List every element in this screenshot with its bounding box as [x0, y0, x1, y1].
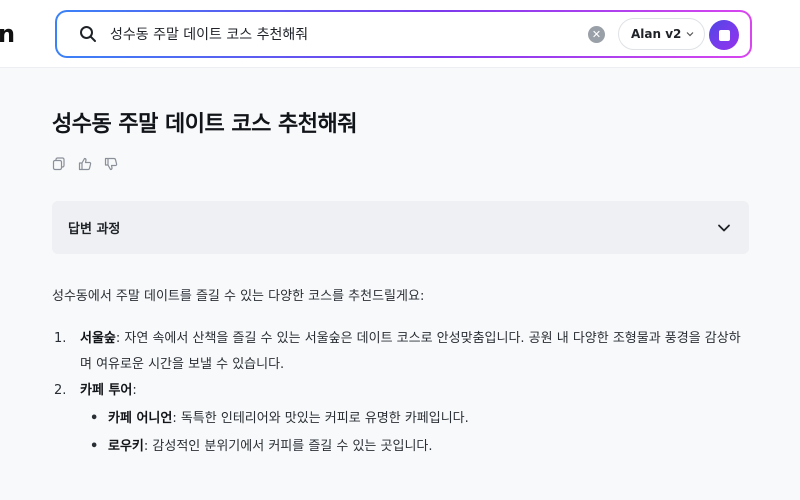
- sub-list-item-body: 로우키: 감성적인 분위기에서 커피를 즐길 수 있는 곳입니다.: [108, 434, 433, 460]
- chevron-down-icon: [686, 32, 694, 37]
- stop-button[interactable]: [709, 20, 739, 50]
- list-item-title: 카페 투어: [80, 383, 133, 398]
- search-bar: 성수동 주말 데이트 코스 추천해줘 ✕ Alan v2: [55, 10, 752, 58]
- model-selector[interactable]: Alan v2: [618, 18, 706, 50]
- answer-process-panel[interactable]: 답변 과정: [52, 201, 749, 254]
- chevron-down-icon[interactable]: [717, 221, 731, 235]
- sub-list-item: • 카페 어니언: 독특한 인테리어와 맛있는 커피로 유명한 카페입니다.: [52, 406, 749, 432]
- bullet: •: [90, 411, 99, 426]
- sub-list-item-text: 독특한 인테리어와 맛있는 커피로 유명한 카페입니다.: [176, 411, 469, 426]
- copy-icon[interactable]: [52, 157, 66, 171]
- clear-icon: ✕: [591, 28, 602, 41]
- search-input[interactable]: 성수동 주말 데이트 코스 추천해줘: [110, 24, 308, 44]
- answer-content: 성수동 주말 데이트 코스 추천해줘 답변 과정 성수동에서 주말 데이트를 즐…: [52, 110, 749, 460]
- stop-icon: [718, 29, 730, 41]
- app-logo[interactable]: n: [0, 20, 15, 48]
- page-title: 성수동 주말 데이트 코스 추천해줘: [52, 112, 358, 137]
- answer-list: 1. 서울숲: 자연 속에서 산책을 즐길 수 있는 서울숲은 데이트 코스로 …: [52, 326, 749, 460]
- list-item-text: 자연 속에서 산책을 즐길 수 있는 서울숲은 데이트 코스로 안성맞춤입니다.…: [80, 331, 741, 372]
- sub-list-item-body: 카페 어니언: 독특한 인테리어와 맛있는 커피로 유명한 카페입니다.: [108, 406, 469, 432]
- sub-list-item: • 로우키: 감성적인 분위기에서 커피를 즐길 수 있는 곳입니다.: [52, 434, 749, 460]
- list-number: 1.: [54, 331, 67, 346]
- clear-button[interactable]: ✕: [588, 26, 605, 43]
- model-selector-label: Alan v2: [631, 27, 682, 41]
- sub-list-item-title: 카페 어니언: [108, 411, 173, 426]
- top-bar: n 성수동 주말 데이트 코스 추천해줘 ✕ Alan v2: [0, 0, 800, 68]
- search-inner: 성수동 주말 데이트 코스 추천해줘 ✕ Alan v2: [57, 12, 750, 56]
- list-item-title: 서울숲: [80, 331, 116, 346]
- feedback-actions: [52, 156, 749, 172]
- answer-process-label: 답변 과정: [68, 222, 121, 237]
- bullet: •: [90, 439, 99, 454]
- sub-list-item-text: 감성적인 분위기에서 커피를 즐길 수 있는 곳입니다.: [148, 439, 433, 454]
- list-item-body: 카페 투어:: [80, 378, 749, 404]
- search-icon: [80, 26, 96, 42]
- list-number: 2.: [54, 383, 67, 398]
- list-item: 2. 카페 투어:: [52, 378, 749, 404]
- thumbs-up-icon[interactable]: [78, 157, 92, 171]
- thumbs-down-icon[interactable]: [104, 157, 118, 171]
- list-item-body: 서울숲: 자연 속에서 산책을 즐길 수 있는 서울숲은 데이트 코스로 안성맞…: [80, 326, 749, 378]
- answer-intro: 성수동에서 주말 데이트를 즐길 수 있는 다양한 코스를 추천드릴게요:: [52, 289, 425, 304]
- list-item: 1. 서울숲: 자연 속에서 산책을 즐길 수 있는 서울숲은 데이트 코스로 …: [52, 326, 749, 378]
- sub-list-item-title: 로우키: [108, 439, 144, 454]
- list-item-separator: :: [132, 383, 137, 398]
